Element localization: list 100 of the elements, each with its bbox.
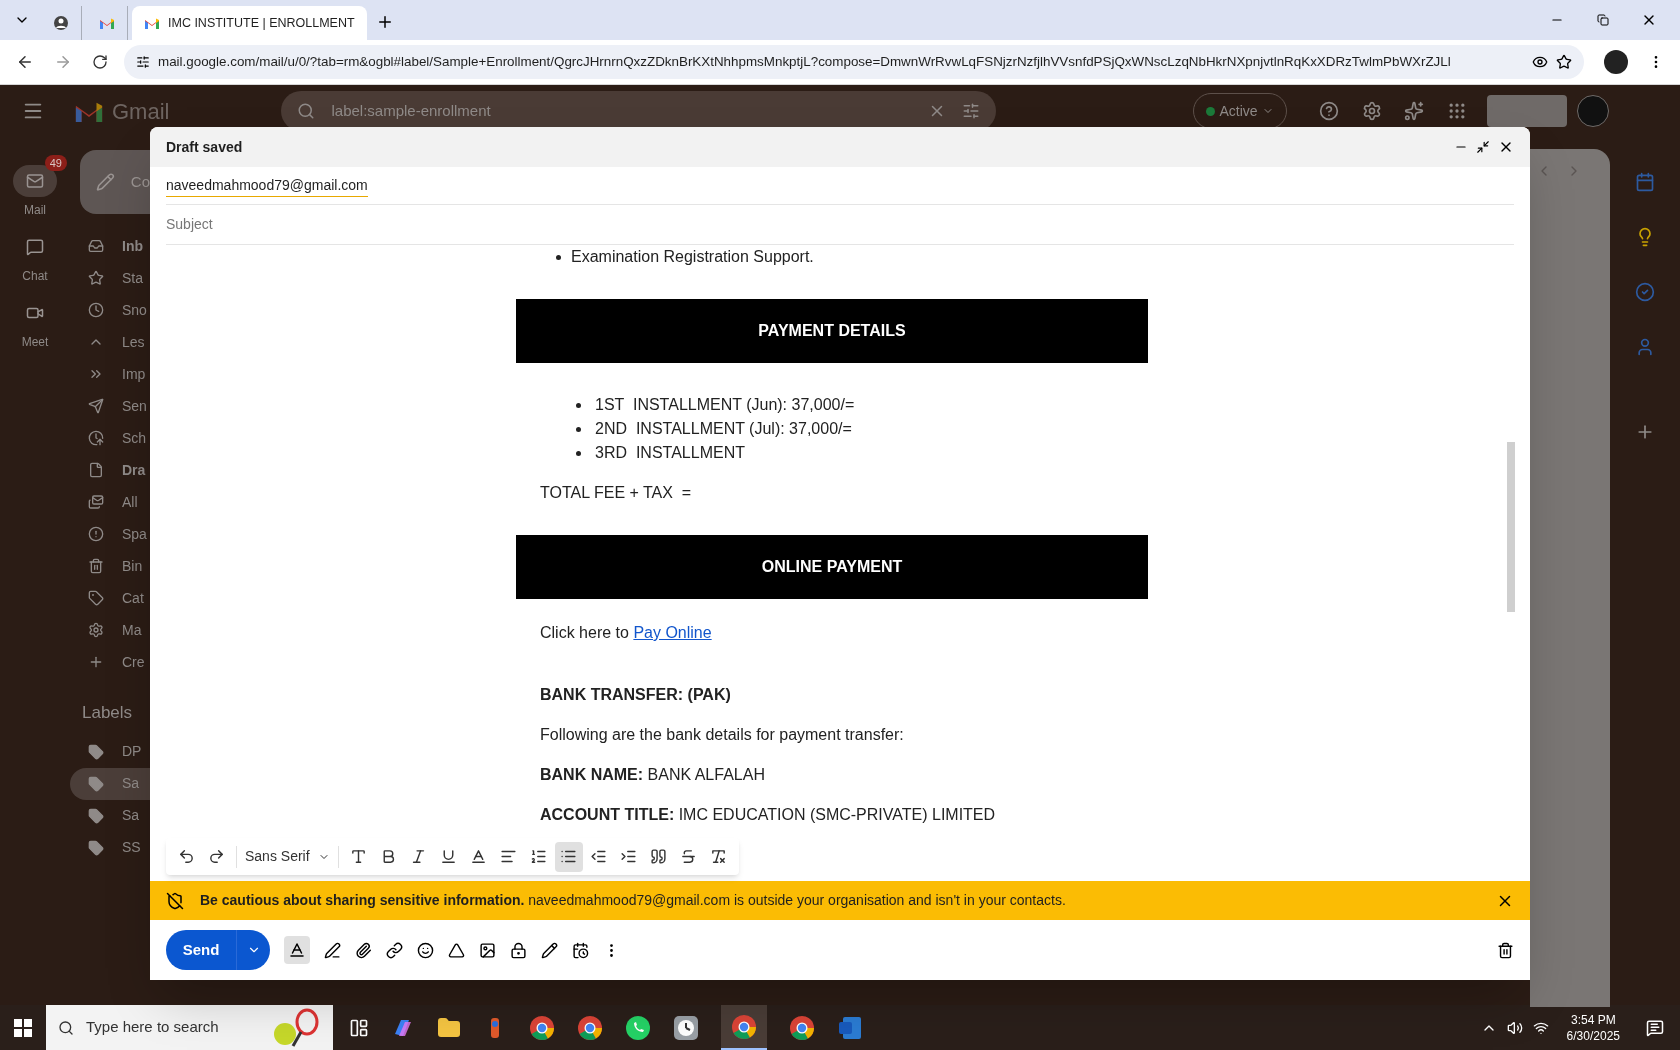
trash-icon[interactable] <box>1497 941 1514 959</box>
nav-label: Inb <box>122 236 143 256</box>
nav-item[interactable]: Sen <box>70 390 150 422</box>
back-icon[interactable] <box>16 53 34 71</box>
clock-date: 6/30/2025 <box>1566 1027 1620 1044</box>
windows-icon[interactable] <box>14 1018 32 1037</box>
send-options-button[interactable] <box>236 930 270 970</box>
label-name: DP <box>122 742 142 761</box>
site-settings-icon[interactable] <box>136 55 150 69</box>
font-dropdown[interactable]: Sans Serif <box>236 845 339 868</box>
nav-label: Sta <box>122 268 143 288</box>
nav-item[interactable]: Cre <box>70 646 150 678</box>
send-button[interactable]: Send <box>166 930 236 970</box>
contacts-icon[interactable] <box>1635 337 1655 357</box>
active-app-button[interactable] <box>721 1005 767 1050</box>
subject-field[interactable]: Subject <box>166 214 1514 235</box>
body-text: Following are the bank details for payment transfer: <box>540 725 905 745</box>
filter-icon[interactable] <box>962 102 981 120</box>
scrollbar-thumb[interactable] <box>1507 442 1515 612</box>
inbox-icon <box>88 238 104 254</box>
nav-item[interactable]: Dra <box>70 454 150 486</box>
section-banner: PAYMENT DETAILS <box>516 299 1148 363</box>
rail-button[interactable] <box>13 165 57 197</box>
chat-icon <box>26 238 44 256</box>
nav-item[interactable]: Cat <box>70 582 150 614</box>
nav-label: Spa <box>122 524 147 544</box>
pen-icon[interactable] <box>324 941 341 959</box>
nav-item[interactable]: All <box>70 486 150 518</box>
bulleted-list-button[interactable] <box>554 841 583 872</box>
taskbar-search-field[interactable]: Type here to search <box>46 1005 333 1050</box>
formatting-toggle-button[interactable] <box>284 936 310 964</box>
sparkle-icon[interactable] <box>1404 101 1425 121</box>
help-icon[interactable] <box>1319 101 1340 121</box>
pay-online-link[interactable]: Pay Online <box>633 624 712 641</box>
attach-icon[interactable] <box>355 941 372 959</box>
forward-icon[interactable] <box>54 53 72 71</box>
browser-tab[interactable]: IMC INSTITUTE | ENROLLMENT <box>132 6 367 40</box>
lock-clock-icon[interactable] <box>510 941 527 959</box>
link-icon[interactable] <box>386 941 403 959</box>
nav-item[interactable]: Bin <box>70 550 150 582</box>
search-value: label:sample-enrollment <box>331 100 492 121</box>
nav-item[interactable]: Spa <box>70 518 150 550</box>
nav-item[interactable]: Sta <box>70 262 150 294</box>
text-color-icon <box>470 848 488 865</box>
settings-icon[interactable] <box>1362 101 1383 121</box>
label-item[interactable]: Sa <box>70 767 150 800</box>
word-icon[interactable] <box>837 1014 863 1041</box>
signature-icon[interactable] <box>541 941 558 959</box>
chrome-icon[interactable] <box>577 1014 603 1041</box>
chrome-icon[interactable] <box>789 1014 815 1041</box>
account-avatar[interactable] <box>1577 95 1610 127</box>
image-icon[interactable] <box>479 941 496 959</box>
chrome-icon[interactable] <box>529 1014 555 1041</box>
calendar-icon[interactable] <box>572 941 589 959</box>
nav-label: Sen <box>122 396 147 416</box>
nav-item[interactable]: Inb <box>70 230 150 262</box>
recipient-chip[interactable]: naveedmahmood79@gmail.com <box>166 174 368 197</box>
nav-label: Cre <box>122 652 145 672</box>
bullet-text: 1ST INSTALLMENT (Jun): 37,000/= <box>595 395 855 415</box>
label-item[interactable]: DP <box>70 735 150 768</box>
nav-item[interactable]: Imp <box>70 358 150 390</box>
emoji-icon[interactable] <box>417 941 434 959</box>
folder-icon[interactable] <box>437 1015 461 1040</box>
body-text: ACCOUNT TITLE: IMC EDUCATION (SMC-PRIVATE) LIMITED <box>540 805 997 825</box>
reload-icon[interactable] <box>92 54 108 70</box>
rail-label: Meet <box>21 334 49 351</box>
chrome-icon[interactable] <box>731 1013 757 1040</box>
whatsapp-icon[interactable] <box>625 1014 651 1041</box>
body-text: Click here to Pay Online <box>540 623 713 643</box>
warning-text: Be cautious about sharing sensitive information. naveedmahmood79@gmail.com is outside your organisation and isn't in your contacts. <box>200 891 1067 910</box>
bookmark-star-icon[interactable] <box>1556 54 1572 70</box>
address-bar[interactable]: mail.google.com/mail/u/0/?tab=rm&ogbl#label/Sample+Enrollment/QgrcJHrnrnQxzZDknBrKXtNhhpmsMnkptjL?compose=DmwnWrRvwLqFSNjzrNzfjlhVVsnfdPSjQxWNscLzqNbHkrNXpnjvtlnRqKxXDRzTwlmPbWXrZJLl <box>124 45 1584 79</box>
indent-icon <box>620 848 638 865</box>
drive-icon[interactable] <box>448 941 465 959</box>
notifications-icon[interactable] <box>1646 1018 1664 1037</box>
text-format-icon <box>288 941 306 959</box>
nav-label: Ma <box>122 620 142 640</box>
nav-label: Cat <box>122 588 144 608</box>
compose-button[interactable]: Co <box>80 150 150 214</box>
tasks-icon[interactable] <box>1635 282 1655 302</box>
exit-fullscreen-icon[interactable] <box>1476 140 1490 154</box>
label-item[interactable]: SS <box>70 831 150 864</box>
nav-item[interactable]: Sno <box>70 294 150 326</box>
profile-avatar[interactable] <box>1604 50 1628 74</box>
clock-app-icon[interactable] <box>673 1014 699 1041</box>
plus-icon <box>376 13 394 31</box>
taskbar-search-placeholder: Type here to search <box>86 1017 220 1038</box>
task-view-icon[interactable] <box>349 1017 369 1038</box>
nav-item[interactable]: Sch <box>70 422 150 454</box>
nav-label: All <box>122 492 138 512</box>
label-item[interactable]: Sa <box>70 799 150 832</box>
nav-item[interactable]: Les <box>70 326 150 358</box>
label-name: Sa <box>122 774 140 793</box>
nav-item[interactable]: Ma <box>70 614 150 646</box>
pencil-icon <box>96 172 115 192</box>
volume-icon[interactable] <box>1506 1019 1523 1036</box>
search-icon <box>58 1019 74 1036</box>
clock-time: 3:54 PM <box>1570 1011 1616 1028</box>
clock-icon <box>88 302 104 318</box>
eye-icon[interactable] <box>1532 54 1548 70</box>
